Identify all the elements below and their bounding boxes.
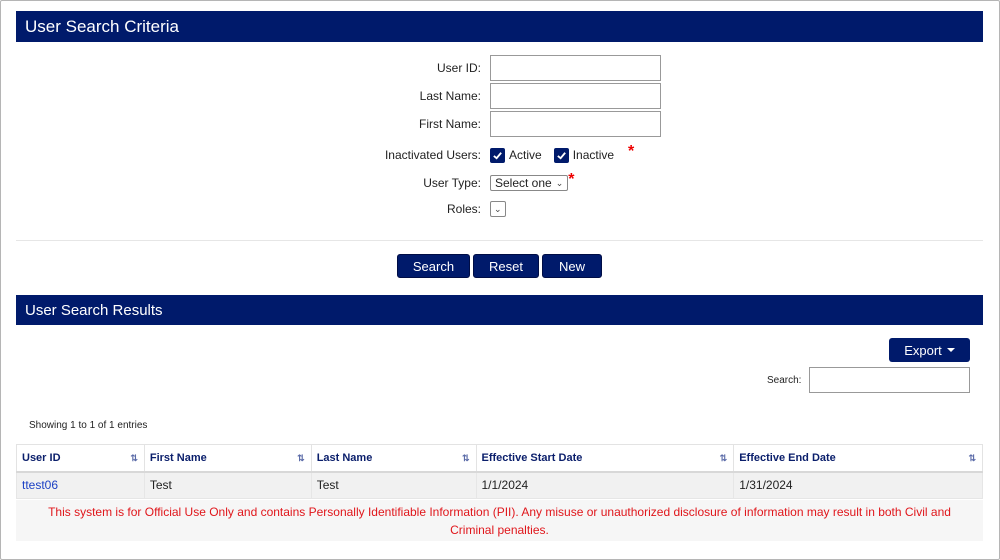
results-search-input[interactable]: [809, 367, 970, 393]
column-header-start-date[interactable]: Effective Start Date ⇅: [475, 444, 735, 473]
active-label: Active: [509, 148, 542, 162]
roles-row: Roles: ⌄: [0, 200, 506, 218]
last-name-input[interactable]: [490, 83, 661, 109]
user-type-select[interactable]: Select one ⌄: [490, 175, 569, 191]
required-asterisk: *: [568, 171, 575, 188]
cell-start-date: 1/1/2024: [475, 471, 735, 499]
criteria-header: User Search Criteria: [16, 11, 983, 42]
sort-icon[interactable]: ⇅: [130, 453, 138, 464]
reset-button[interactable]: Reset: [473, 254, 539, 278]
chevron-down-icon: ⌄: [494, 203, 502, 214]
export-label: Export: [904, 342, 942, 358]
user-type-label: User Type:: [423, 176, 481, 190]
last-name-row: Last Name:: [0, 83, 661, 109]
cell-first-name: Test: [143, 471, 312, 499]
user-type-value: Select one: [495, 176, 552, 190]
table-header-row: User ID ⇅ First Name ⇅ Last Name ⇅ Effectiv…: [16, 444, 983, 473]
roles-label: Roles:: [446, 202, 481, 216]
sort-icon[interactable]: ⇅: [720, 453, 728, 464]
results-search-label: Search:: [767, 375, 802, 386]
active-checkbox[interactable]: [490, 147, 505, 163]
column-header-last-name[interactable]: Last Name ⇅: [310, 444, 477, 473]
inactive-checkbox[interactable]: [553, 147, 569, 163]
user-id-input[interactable]: [490, 55, 661, 81]
sort-icon[interactable]: ⇅: [462, 453, 470, 464]
sort-icon[interactable]: ⇅: [297, 453, 305, 464]
user-id-link[interactable]: ttest06: [22, 478, 58, 492]
results-title: User Search Results: [25, 301, 163, 319]
column-header-first-name[interactable]: First Name ⇅: [143, 444, 312, 473]
table-row: ttest06 Test Test 1/1/2024 1/31/2024: [16, 471, 983, 499]
sort-icon[interactable]: ⇅: [968, 453, 976, 464]
user-id-label: User ID:: [436, 61, 481, 75]
cell-last-name: Test: [310, 471, 477, 499]
user-id-row: User ID:: [0, 55, 661, 81]
divider: [16, 240, 983, 241]
roles-select[interactable]: ⌄: [490, 201, 506, 217]
inactive-label: Inactive: [572, 148, 615, 162]
first-name-input[interactable]: [490, 111, 661, 137]
first-name-row: First Name:: [0, 111, 661, 137]
export-button[interactable]: Export: [889, 338, 970, 362]
required-asterisk: *: [628, 143, 635, 160]
checkmark-icon: [556, 151, 566, 160]
user-type-row: User Type: Select one ⌄ *: [0, 171, 575, 192]
last-name-label: Last Name:: [419, 89, 481, 103]
column-header-end-date[interactable]: Effective End Date ⇅: [733, 444, 983, 473]
first-name-label: First Name:: [418, 117, 481, 131]
inactivated-users-label: Inactivated Users:: [384, 148, 481, 162]
search-button[interactable]: Search: [397, 254, 470, 278]
caret-down-icon: [946, 348, 955, 352]
pii-notice: This system is for Official Use Only and…: [16, 500, 983, 541]
inactivated-users-row: Inactivated Users: Active Inactive *: [0, 143, 635, 164]
chevron-down-icon: ⌄: [555, 177, 564, 188]
results-header: User Search Results: [16, 295, 983, 325]
new-button[interactable]: New: [542, 254, 602, 278]
cell-end-date: 1/31/2024: [733, 471, 983, 499]
results-table: User ID ⇅ First Name ⇅ Last Name ⇅ Effectiv…: [16, 444, 983, 499]
criteria-title: User Search Criteria: [25, 16, 179, 36]
checkmark-icon: [493, 151, 502, 160]
cell-user-id: ttest06: [16, 471, 145, 499]
entries-info: Showing 1 to 1 of 1 entries: [29, 420, 148, 431]
column-header-user-id[interactable]: User ID ⇅: [16, 444, 145, 473]
